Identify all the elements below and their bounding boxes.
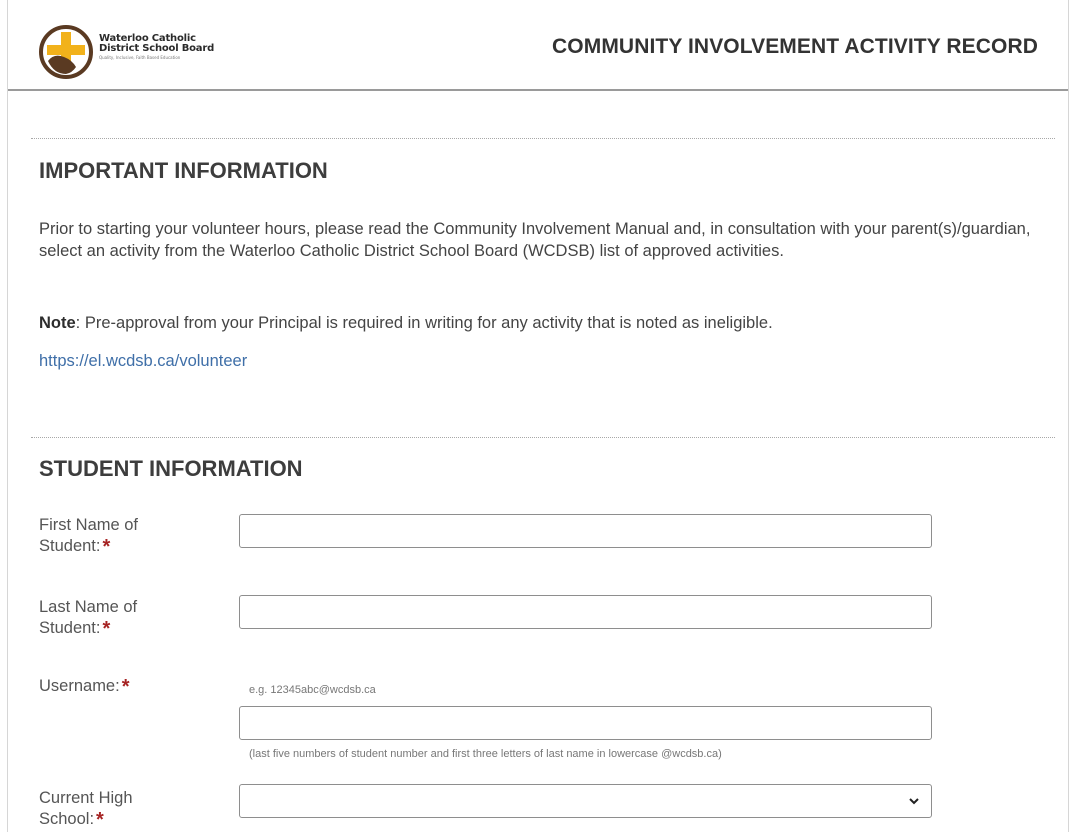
logo-tagline: Quality, Inclusive, Faith Based Educatio… [99, 55, 181, 60]
school-label: Current High School: * [39, 789, 133, 831]
note-body: : Pre-approval from your Principal is re… [75, 314, 773, 332]
cross-logo-icon [39, 25, 93, 79]
username-help-text: (last five numbers of student number and… [249, 748, 722, 760]
wcdsb-logo: Waterloo Catholic District School Board … [39, 25, 239, 85]
form-frame: Waterloo Catholic District School Board … [7, 0, 1069, 832]
username-example: e.g. 12345abc@wcdsb.ca [249, 684, 376, 696]
page-title: COMMUNITY INVOLVEMENT ACTIVITY RECORD [552, 35, 1038, 58]
section-divider [31, 437, 1055, 438]
student-info-heading: STUDENT INFORMATION [39, 456, 303, 481]
important-info-heading: IMPORTANT INFORMATION [39, 158, 328, 183]
username-label: Username: * [39, 676, 130, 698]
last-name-input[interactable] [239, 595, 932, 629]
required-asterisk: * [121, 676, 130, 698]
important-info-paragraph: Prior to starting your volunteer hours, … [39, 220, 1031, 260]
logo-name-line2: District School Board [99, 43, 215, 54]
section-divider [31, 138, 1055, 139]
required-asterisk: * [102, 536, 111, 558]
high-school-select[interactable] [239, 784, 932, 818]
required-asterisk: * [102, 618, 111, 640]
first-name-input[interactable] [239, 514, 932, 548]
note-text: Note: Pre-approval from your Principal i… [39, 312, 1049, 334]
volunteer-link[interactable]: https://el.wcdsb.ca/volunteer [39, 352, 247, 371]
chevron-down-icon [909, 798, 919, 805]
last-name-label: Last Name of Student: * [39, 598, 138, 640]
required-asterisk: * [96, 809, 104, 831]
first-name-label: First Name of Student: * [39, 516, 139, 558]
username-input[interactable] [239, 706, 932, 740]
note-label: Note [39, 314, 76, 332]
page-header: Waterloo Catholic District School Board … [8, 0, 1068, 91]
